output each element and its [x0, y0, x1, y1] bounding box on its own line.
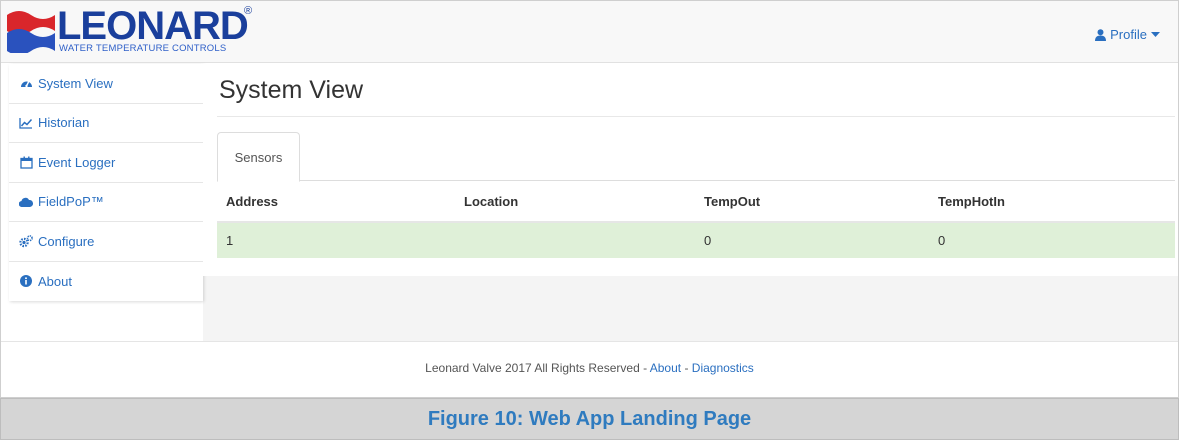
leonard-logo[interactable]: LEONARD ® WATER TEMPERATURE CONTROLS — [7, 4, 267, 59]
tab-sensors[interactable]: Sensors — [217, 132, 300, 182]
sidebar-item-label: System View — [38, 75, 113, 91]
sidebar-item-event-logger[interactable]: Event Logger — [9, 143, 203, 183]
info-circle-icon — [19, 274, 33, 288]
profile-dropdown[interactable]: Profile — [1095, 27, 1160, 42]
cell-address: 1 — [217, 222, 455, 258]
footer: Leonard Valve 2017 All Rights Reserved -… — [1, 361, 1178, 375]
user-icon — [1095, 28, 1107, 41]
top-navbar: LEONARD ® WATER TEMPERATURE CONTROLS Pro… — [1, 1, 1178, 63]
footer-copyright: Leonard Valve 2017 All Rights Reserved - — [425, 361, 650, 375]
cell-location — [455, 222, 695, 258]
sidebar-item-system-view[interactable]: System View — [9, 64, 203, 104]
title-divider — [217, 116, 1175, 117]
column-header-temphotin: TempHotIn — [929, 182, 1175, 223]
sidebar-item-fieldpop[interactable]: FieldPoP™ — [9, 183, 203, 222]
footer-divider — [1, 341, 1178, 342]
sidebar-item-historian[interactable]: Historian — [9, 104, 203, 143]
sidebar-item-label: Configure — [38, 233, 95, 249]
sidebar-item-configure[interactable]: Configure — [9, 222, 203, 262]
column-header-tempout: TempOut — [695, 182, 929, 223]
tab-bar: Sensors — [217, 132, 1175, 182]
sidebar-item-label: Historian — [38, 115, 90, 131]
app-window: LEONARD ® WATER TEMPERATURE CONTROLS Pro… — [0, 0, 1179, 398]
logo-subtitle: WATER TEMPERATURE CONTROLS — [59, 43, 227, 54]
sidebar-item-label: FieldPoP™ — [38, 194, 104, 210]
table-row[interactable]: 1 0 0 — [217, 222, 1175, 258]
cloud-icon — [19, 195, 33, 209]
column-header-address: Address — [217, 182, 455, 223]
cell-temphotin: 0 — [929, 222, 1175, 258]
caret-down-icon — [1151, 31, 1160, 37]
tab-label: Sensors — [234, 149, 283, 165]
registered-mark: ® — [244, 5, 253, 17]
column-header-location: Location — [455, 182, 695, 223]
footer-about-link[interactable]: About — [650, 361, 681, 375]
sidebar-item-label: Event Logger — [38, 154, 116, 170]
line-chart-icon — [19, 116, 33, 130]
table-header-row: Address Location TempOut TempHotIn — [217, 182, 1175, 223]
main-content: System View Sensors Address Location Tem… — [203, 64, 1178, 276]
sidebar-nav: System View Historian Event Logger Field… — [9, 64, 203, 301]
figure-caption-bar: Figure 10: Web App Landing Page — [0, 398, 1179, 440]
profile-label: Profile — [1110, 27, 1147, 42]
footer-separator: - — [681, 361, 692, 375]
figure-caption: Figure 10: Web App Landing Page — [427, 407, 752, 430]
logo-waves-icon — [7, 11, 55, 53]
footer-diagnostics-link[interactable]: Diagnostics — [692, 361, 754, 375]
page-title: System View — [219, 76, 364, 104]
dashboard-icon — [19, 76, 33, 90]
sidebar-item-label: About — [38, 273, 72, 289]
cogs-icon — [19, 234, 33, 248]
sensors-table: Address Location TempOut TempHotIn 1 0 0 — [217, 182, 1175, 258]
calendar-icon — [19, 155, 33, 169]
cell-tempout: 0 — [695, 222, 929, 258]
sidebar-item-about[interactable]: About — [9, 262, 203, 302]
